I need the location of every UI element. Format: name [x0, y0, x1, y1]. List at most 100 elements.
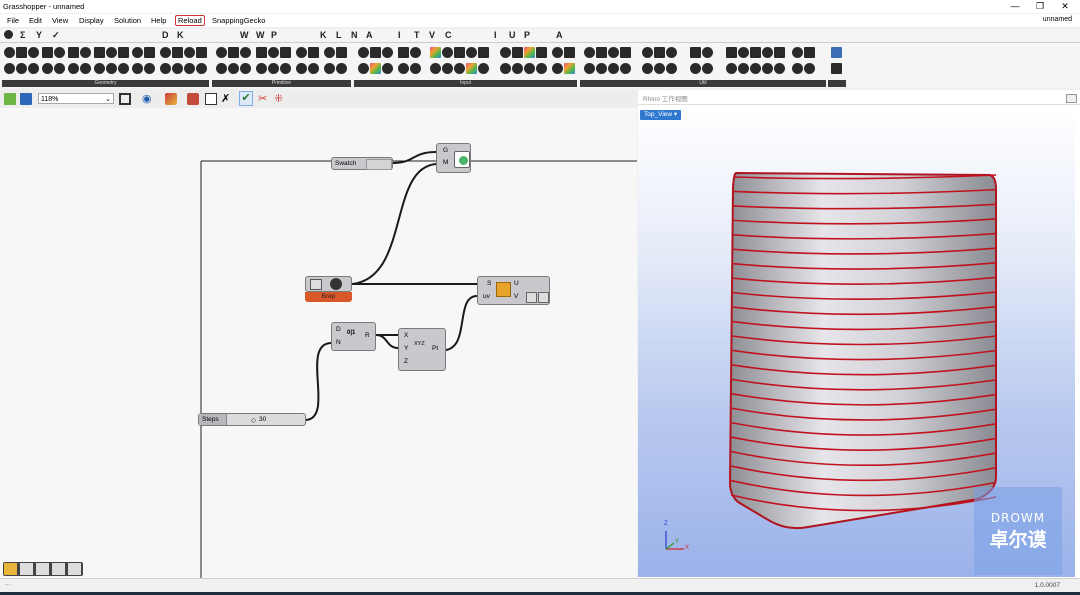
ribbon-component-icon[interactable]: [750, 63, 761, 74]
slider-grip[interactable]: ◇: [251, 416, 256, 424]
ribbon-component-icon[interactable]: [654, 63, 665, 74]
ribbon-component-icon[interactable]: [132, 63, 143, 74]
ribbon-component-icon[interactable]: [536, 47, 547, 58]
tab-a2[interactable]: A: [556, 30, 563, 40]
ribbon-component-icon[interactable]: [398, 47, 409, 58]
brep-param-component[interactable]: [305, 276, 352, 292]
disable-preview-icon[interactable]: ✂: [258, 93, 270, 105]
ribbon-component-icon[interactable]: [94, 63, 105, 74]
tab-u[interactable]: U: [509, 30, 516, 40]
ribbon-component-icon[interactable]: [642, 47, 653, 58]
close-button[interactable]: ✕: [1054, 0, 1076, 12]
ribbon-component-icon[interactable]: [620, 63, 631, 74]
ribbon-component-icon[interactable]: [132, 47, 143, 58]
ribbon-component-icon[interactable]: [184, 47, 195, 58]
sketch-icon[interactable]: ✗: [221, 93, 233, 105]
ribbon-component-icon[interactable]: [172, 47, 183, 58]
ribbon-component-icon[interactable]: [596, 47, 607, 58]
ribbon-component-icon[interactable]: [398, 63, 409, 74]
swatch-component[interactable]: Swatch: [331, 157, 393, 170]
ribbon-component-icon[interactable]: [308, 63, 319, 74]
menu-help[interactable]: Help: [151, 16, 166, 25]
ribbon-component-icon[interactable]: [280, 47, 291, 58]
ribbon-component-icon[interactable]: [358, 63, 369, 74]
ribbon-component-icon[interactable]: [16, 63, 27, 74]
ribbon-component-icon[interactable]: [524, 63, 535, 74]
ribbon-component-icon[interactable]: [552, 47, 563, 58]
ribbon-component-icon[interactable]: [42, 63, 53, 74]
ribbon-component-icon[interactable]: [256, 63, 267, 74]
params-tab-icon[interactable]: [4, 30, 13, 39]
save-file-icon[interactable]: [20, 93, 32, 105]
user-icon[interactable]: [831, 63, 842, 74]
ribbon-component-icon[interactable]: [738, 47, 749, 58]
ribbon-component-icon[interactable]: [54, 47, 65, 58]
open-file-icon[interactable]: [4, 93, 16, 105]
ribbon-component-icon[interactable]: [324, 63, 335, 74]
ribbon-component-icon[interactable]: [442, 63, 453, 74]
preview-eye-icon[interactable]: ◉: [142, 93, 154, 105]
ribbon-component-icon[interactable]: [228, 47, 239, 58]
ribbon-component-icon[interactable]: [690, 47, 701, 58]
ribbon-component-icon[interactable]: [762, 63, 773, 74]
paint-brush-icon[interactable]: [165, 93, 177, 105]
tab-c[interactable]: C: [445, 30, 452, 40]
ribbon-component-icon[interactable]: [454, 63, 465, 74]
ribbon-component-icon[interactable]: [256, 47, 267, 58]
ribbon-component-icon[interactable]: [726, 63, 737, 74]
ribbon-component-icon[interactable]: [804, 63, 815, 74]
menu-display[interactable]: Display: [79, 16, 104, 25]
ribbon-component-icon[interactable]: [184, 63, 195, 74]
ribbon-component-icon[interactable]: [144, 63, 155, 74]
ribbon-component-icon[interactable]: [118, 47, 129, 58]
tab-n[interactable]: N: [351, 30, 358, 40]
ribbon-component-icon[interactable]: [80, 47, 91, 58]
flatten-icon[interactable]: [538, 292, 549, 303]
swatch-color[interactable]: [366, 159, 392, 170]
ribbon-component-icon[interactable]: [666, 63, 677, 74]
ribbon-component-icon[interactable]: [296, 63, 307, 74]
ribbon-component-icon[interactable]: [296, 47, 307, 58]
rhino-maximize-button[interactable]: [1066, 94, 1077, 103]
menu-view[interactable]: View: [52, 16, 68, 25]
translate-icon[interactable]: [831, 47, 842, 58]
ribbon-component-icon[interactable]: [336, 47, 347, 58]
ribbon-component-icon[interactable]: [80, 63, 91, 74]
ribbon-component-icon[interactable]: [216, 63, 227, 74]
markov-widget-icon[interactable]: [52, 563, 65, 575]
ribbon-component-icon[interactable]: [596, 63, 607, 74]
ribbon-component-icon[interactable]: [642, 63, 653, 74]
ribbon-component-icon[interactable]: [666, 47, 677, 58]
sketch-widget-icon[interactable]: [4, 563, 17, 575]
ribbon-component-icon[interactable]: [410, 47, 421, 58]
ribbon-component-icon[interactable]: [144, 47, 155, 58]
isotrim-component[interactable]: S uv U V: [477, 276, 550, 305]
ribbon-component-icon[interactable]: [654, 47, 665, 58]
ribbon-component-icon[interactable]: [804, 47, 815, 58]
construct-point-component[interactable]: X Y Z XYZ Pt: [398, 328, 446, 371]
ribbon-component-icon[interactable]: [608, 63, 619, 74]
ribbon-component-icon[interactable]: [564, 47, 575, 58]
ribbon-component-icon[interactable]: [466, 63, 477, 74]
ribbon-component-icon[interactable]: [160, 47, 171, 58]
ribbon-component-icon[interactable]: [620, 47, 631, 58]
ribbon-component-icon[interactable]: [382, 63, 393, 74]
steps-slider[interactable]: Steps ◇ 30: [198, 413, 306, 426]
profiler-widget-icon[interactable]: [36, 563, 49, 575]
ribbon-component-icon[interactable]: [552, 63, 563, 74]
tab-a[interactable]: A: [366, 30, 373, 40]
ribbon-component-icon[interactable]: [118, 63, 129, 74]
ribbon-component-icon[interactable]: [584, 63, 595, 74]
graft-icon[interactable]: [526, 292, 537, 303]
tab-maths[interactable]: Σ: [20, 30, 25, 40]
ribbon-component-icon[interactable]: [68, 47, 79, 58]
tab-k[interactable]: K: [177, 30, 184, 40]
ribbon-component-icon[interactable]: [4, 63, 15, 74]
ribbon-component-icon[interactable]: [268, 63, 279, 74]
ribbon-component-icon[interactable]: [196, 47, 207, 58]
tab-v[interactable]: V: [429, 30, 435, 40]
align-widget-icon[interactable]: [20, 563, 33, 575]
ribbon-component-icon[interactable]: [774, 63, 785, 74]
tab-vector[interactable]: ✓: [52, 30, 60, 41]
tab-t[interactable]: T: [414, 30, 420, 40]
